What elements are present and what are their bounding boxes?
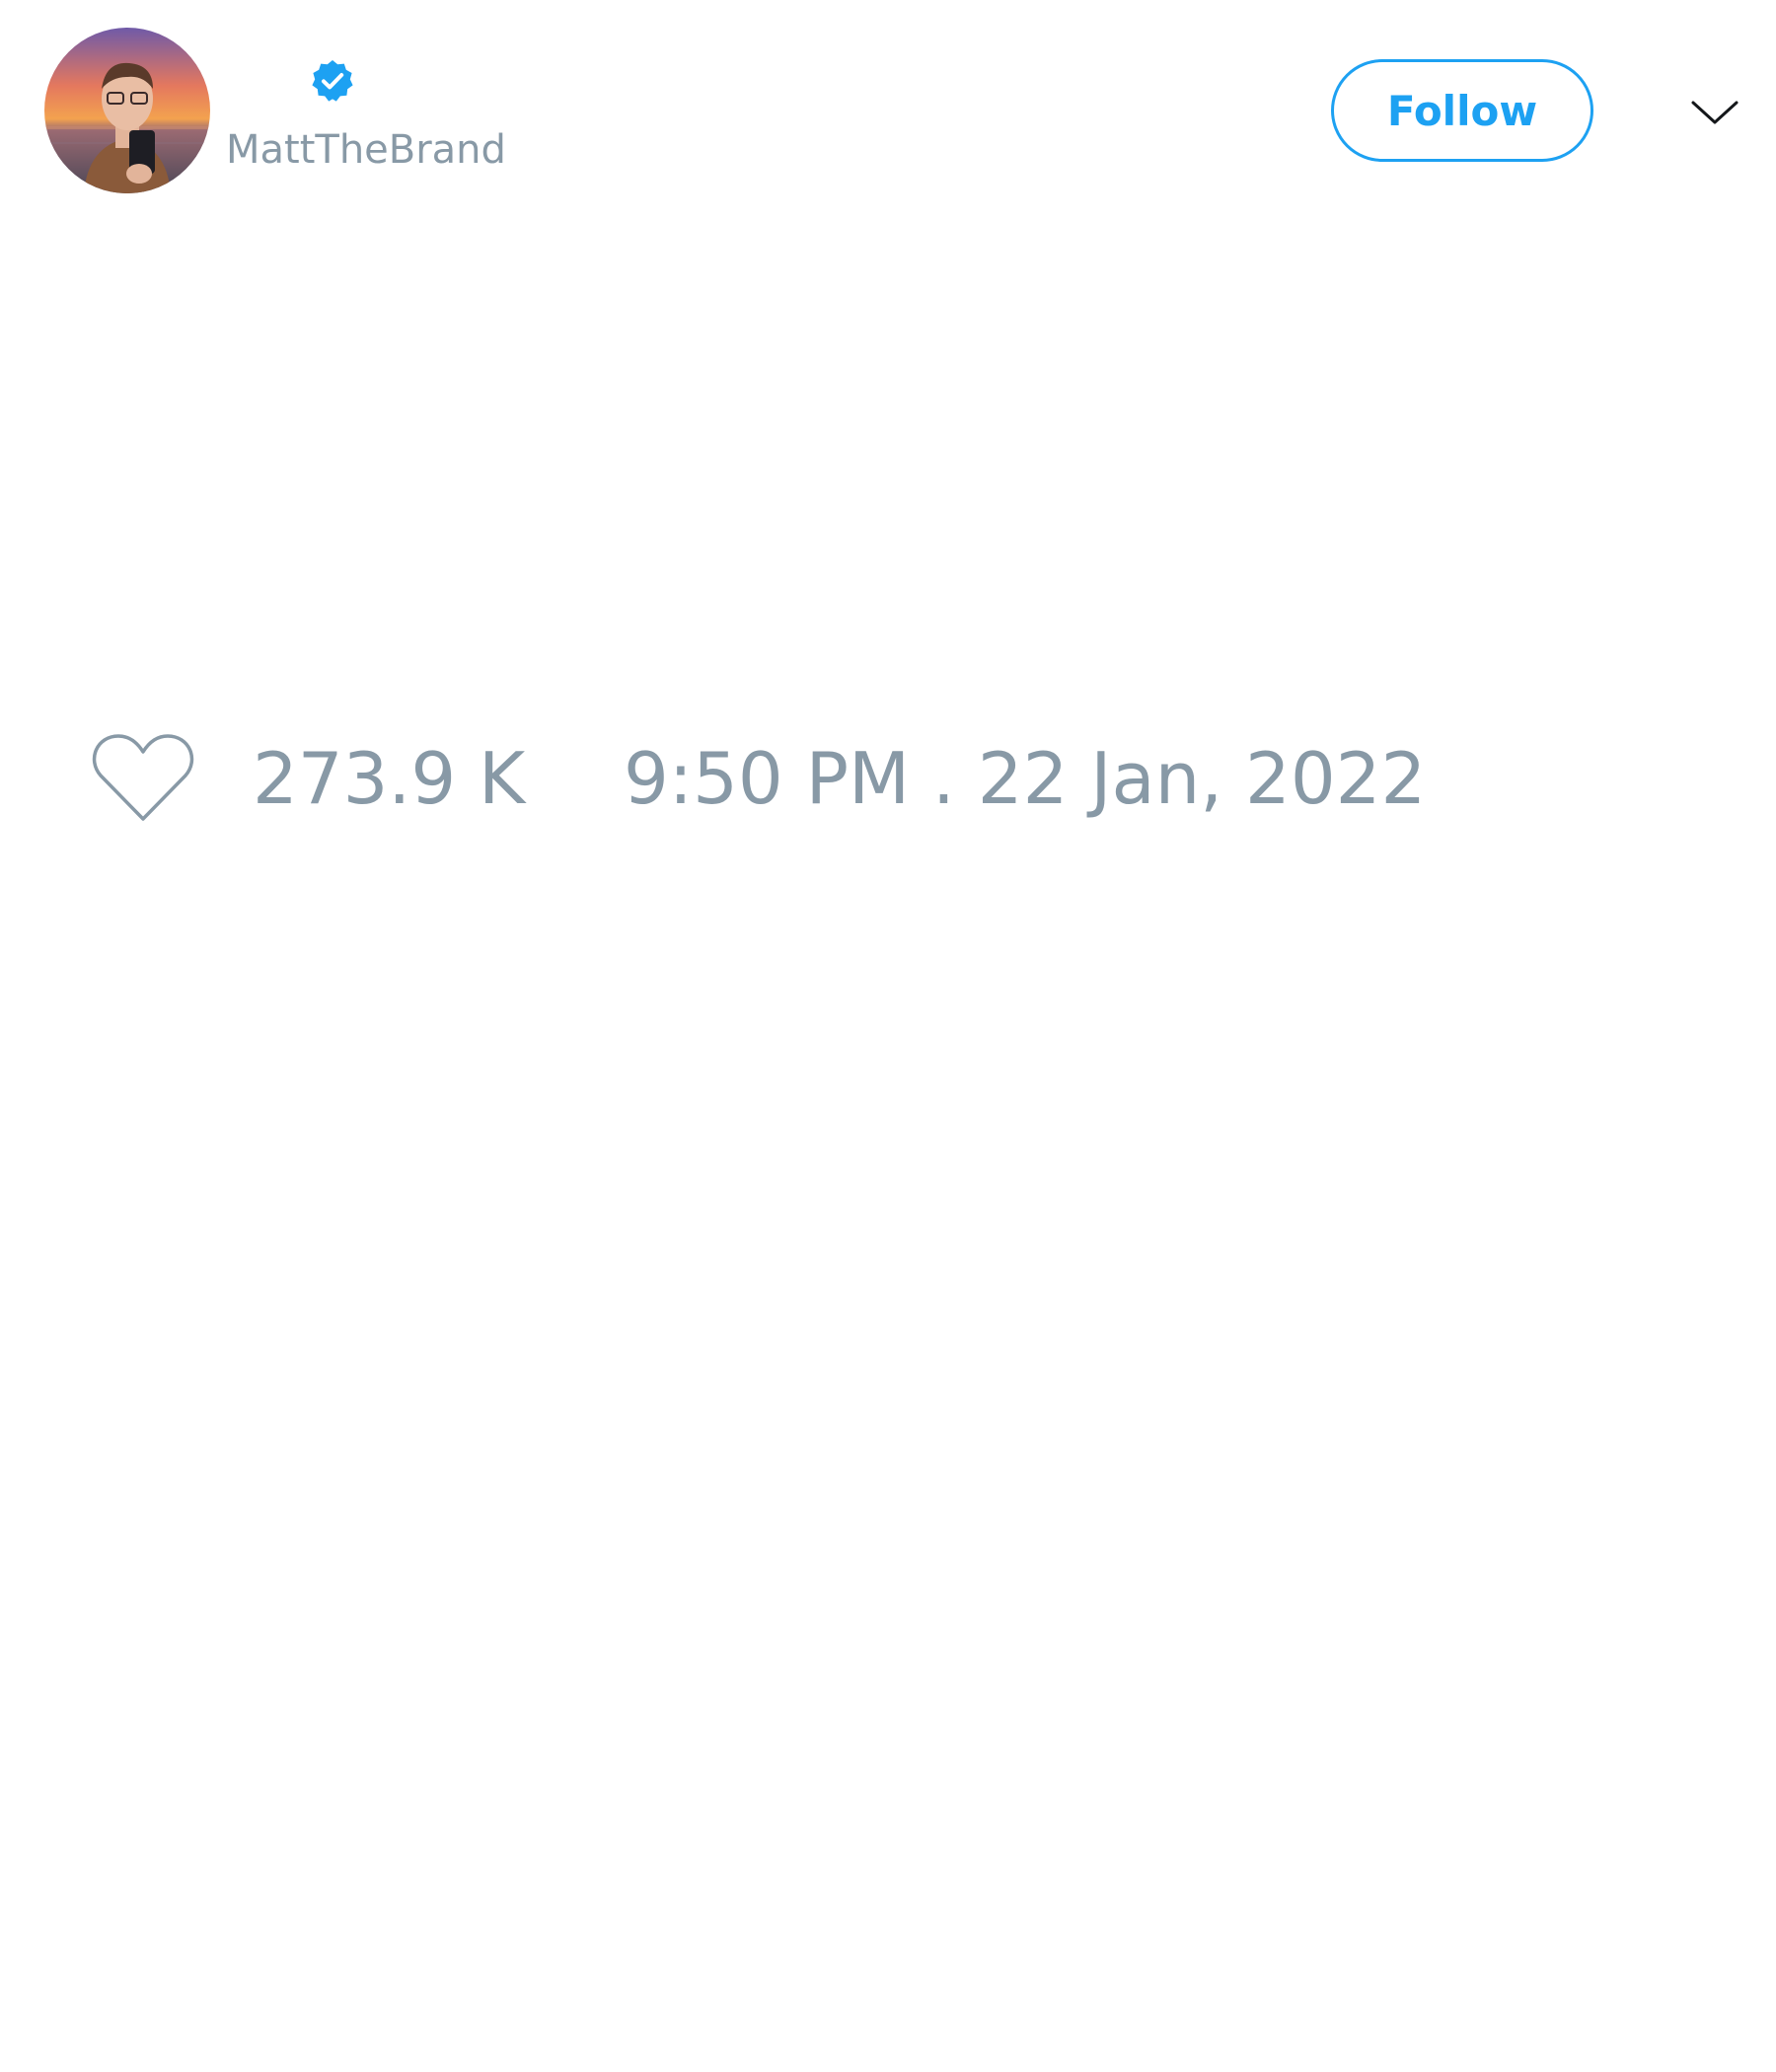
like-count: 273.9 K: [253, 737, 526, 820]
avatar[interactable]: [44, 28, 210, 193]
avatar-photo: [44, 28, 210, 193]
verified-badge-icon: [312, 60, 353, 102]
tweet-timestamp[interactable]: 9:50 PM . 22 Jan, 2022: [624, 734, 1426, 823]
chevron-down-icon[interactable]: [1689, 87, 1740, 138]
heart-icon[interactable]: [89, 730, 197, 829]
author-handle[interactable]: MattTheBrand: [226, 125, 506, 175]
follow-button[interactable]: Follow: [1331, 59, 1593, 162]
